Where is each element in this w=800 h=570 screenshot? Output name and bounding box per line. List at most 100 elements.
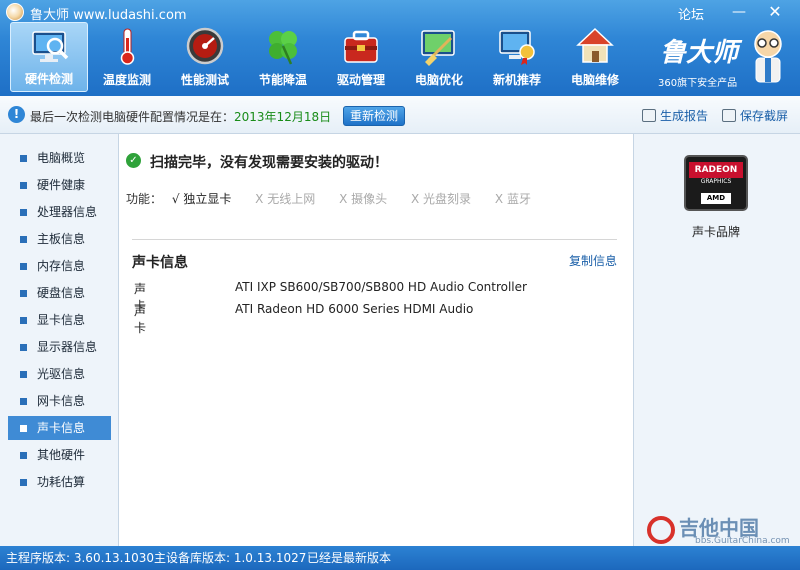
feature-camera: X 摄像头 — [339, 192, 388, 206]
bullet-icon — [20, 289, 27, 297]
thermometer-icon — [120, 28, 135, 65]
sidebar-item-motherboard[interactable]: 主板信息 — [8, 227, 111, 251]
feature-disc-burning: X 光盘刻录 — [410, 192, 472, 206]
ludashi-logo-icon — [6, 3, 24, 21]
tab-label: 驱动管理 — [336, 73, 385, 87]
top-toolbar: 鲁大师 www.ludashi.com 论坛 — ✕ 硬件检测 温度监测 性能测… — [0, 0, 800, 96]
window-title: 鲁大师 www.ludashi.com — [30, 8, 187, 23]
radeon-logo-sub: GRAPHICS — [700, 178, 732, 185]
monitor-magnifier-icon — [32, 31, 69, 62]
row-value: ATI IXP SB600/SB700/SB800 HD Audio Contr… — [235, 280, 527, 294]
bullet-icon — [20, 181, 27, 189]
feature-list: 功能： √ 独立显卡 X 无线上网 X 摄像头 X 光盘刻录 X 蓝牙 — [126, 190, 545, 207]
tab-label: 性能测试 — [180, 73, 229, 87]
sidebar-item-disk[interactable]: 硬盘信息 — [8, 281, 111, 305]
program-version: 主程序版本: 3.60.13.1030 — [6, 551, 155, 565]
sidebar-item-label: 电脑概览 — [37, 151, 86, 165]
bullet-icon — [20, 343, 27, 351]
sound-card-brand-label: 声卡品牌 — [692, 225, 741, 239]
feature-wifi: X 无线上网 — [255, 192, 316, 206]
row-value: ATI Radeon HD 6000 Series HDMI Audio — [235, 302, 474, 316]
clover-icon — [269, 31, 297, 65]
sidebar-item-cpu[interactable]: 处理器信息 — [8, 200, 111, 224]
bullet-icon — [20, 370, 27, 378]
tab-label: 新机推荐 — [492, 73, 541, 87]
mascot-icon — [754, 30, 782, 83]
bullet-icon — [20, 316, 27, 324]
toolbox-icon — [344, 30, 378, 63]
tab-label: 节能降温 — [258, 73, 307, 87]
radeon-logo-text: RADEON — [689, 162, 743, 178]
save-screenshot-button[interactable]: 保存截屏 — [722, 107, 788, 124]
save-screenshot-label: 保存截屏 — [740, 109, 789, 123]
last-scan-text: 最后一次检测电脑硬件配置情况是在：2013年12月18日 — [30, 108, 331, 125]
tab-label: 硬件检测 — [24, 72, 73, 86]
bullet-icon — [20, 451, 27, 459]
bullet-icon — [20, 478, 27, 486]
bullet-icon — [20, 262, 27, 270]
sidebar-item-monitor[interactable]: 显示器信息 — [8, 335, 111, 359]
tab-pc-optimize[interactable]: 电脑优化 — [400, 22, 478, 92]
camera-icon — [722, 109, 736, 122]
info-icon: ! — [8, 106, 25, 123]
feature-discrete-gpu: √ 独立显卡 — [171, 192, 232, 206]
sidebar-item-label: 内存信息 — [37, 259, 86, 273]
tab-label: 电脑维修 — [570, 73, 619, 87]
bullet-icon — [20, 154, 27, 162]
copy-info-link[interactable]: 复制信息 — [569, 252, 617, 269]
bullet-icon — [20, 235, 27, 243]
scan-status: 扫描完毕，没有发现需要安装的驱动！ — [150, 155, 388, 171]
tab-temperature[interactable]: 温度监测 — [88, 22, 166, 92]
sidebar-item-sound[interactable]: 声卡信息 — [8, 416, 111, 440]
sidebar-item-label: 处理器信息 — [37, 205, 98, 219]
sidebar-item-optical[interactable]: 光驱信息 — [8, 362, 111, 386]
sidebar-item-power[interactable]: 功耗估算 — [8, 470, 111, 494]
sidebar-item-graphics[interactable]: 显卡信息 — [8, 308, 111, 332]
tab-performance[interactable]: 性能测试 — [166, 22, 244, 92]
database-version: 主设备库版本: 1.0.13.1027 — [154, 551, 307, 565]
sidebar-item-label: 网卡信息 — [37, 394, 86, 408]
watermark-sub: bbs.GuitarChina.com — [695, 536, 790, 546]
last-scan-label: 最后一次检测电脑硬件配置情况是在： — [30, 110, 235, 124]
generate-report-button[interactable]: 生成报告 — [642, 107, 708, 124]
broom-screen-icon — [421, 30, 455, 66]
sidebar-item-label: 光驱信息 — [37, 367, 86, 381]
amd-logo: AMD — [701, 193, 731, 204]
tab-energy-saving[interactable]: 节能降温 — [244, 22, 322, 92]
sidebar-item-overview[interactable]: 电脑概览 — [8, 146, 111, 170]
brand-panel: RADEON GRAPHICS AMD 声卡品牌 — [633, 134, 800, 546]
sidebar-item-label: 硬件健康 — [37, 178, 86, 192]
watermark: 吉他中国 bbs.GuitarChina.com — [645, 512, 795, 546]
sidebar-item-memory[interactable]: 内存信息 — [8, 254, 111, 278]
tab-new-pc-recommend[interactable]: 新机推荐 — [478, 22, 556, 92]
close-button[interactable]: ✕ — [764, 2, 786, 22]
forum-link[interactable]: 论坛 — [678, 4, 704, 23]
tab-driver-management[interactable]: 驱动管理 — [322, 22, 400, 92]
recheck-button[interactable]: 重新检测 — [343, 106, 405, 126]
feature-list-label: 功能： — [126, 192, 163, 206]
row-key: 声卡 — [134, 304, 147, 335]
bullet-icon — [20, 397, 27, 405]
bullet-icon — [20, 424, 27, 432]
sidebar-item-label: 其他硬件 — [37, 448, 86, 462]
new-pc-medal-icon — [499, 30, 535, 65]
sidebar-item-health[interactable]: 硬件健康 — [8, 173, 111, 197]
minimize-button[interactable]: — — [728, 2, 750, 22]
guitarchina-logo-icon — [647, 516, 675, 544]
radeon-logo: RADEON GRAPHICS AMD — [684, 155, 748, 211]
brand-name: 鲁大师 — [660, 38, 739, 68]
sidebar-item-other[interactable]: 其他硬件 — [8, 443, 111, 467]
sidebar-item-label: 显卡信息 — [37, 313, 86, 327]
sidebar-item-label: 显示器信息 — [37, 340, 98, 354]
title-bar: 鲁大师 www.ludashi.com 论坛 — ✕ — [0, 0, 800, 24]
brand-tagline: 360旗下安全产品 — [658, 78, 738, 89]
check-circle-icon: ✓ — [126, 153, 141, 168]
bullet-icon — [20, 208, 27, 216]
sidebar-item-network[interactable]: 网卡信息 — [8, 389, 111, 413]
status-bar: 主程序版本: 3.60.13.1030 主设备库版本: 1.0.13.1027 … — [0, 546, 800, 570]
tab-pc-repair[interactable]: 电脑维修 — [556, 22, 634, 92]
main-nav: 硬件检测 温度监测 性能测试 节能降温 驱动管理 电脑优化 新机推荐 电脑维修 — [10, 22, 634, 94]
tab-label: 电脑优化 — [414, 73, 463, 87]
tab-hardware-detect[interactable]: 硬件检测 — [10, 22, 88, 92]
sidebar-item-label: 声卡信息 — [37, 421, 86, 435]
